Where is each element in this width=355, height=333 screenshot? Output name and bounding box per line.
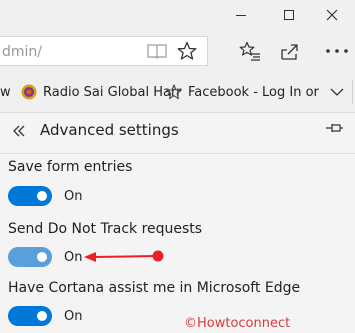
share-button[interactable] <box>275 36 305 66</box>
pin-button[interactable] <box>324 121 348 141</box>
maximize-icon <box>284 10 294 20</box>
chevron-down-icon <box>330 88 344 96</box>
setting-label-do-not-track: Send Do Not Track requests <box>8 221 203 237</box>
favorites-bar: w Radio Sai Global Harr Facebook - Log I… <box>0 72 355 112</box>
more-icon <box>326 49 348 53</box>
toggle-save-form-entries[interactable] <box>8 186 52 206</box>
book-icon <box>147 44 167 59</box>
favorite-item-radio-sai[interactable]: Radio Sai Global Harr <box>21 72 181 112</box>
close-button[interactable] <box>309 0 355 30</box>
toggle-knob <box>37 191 47 201</box>
toggle-cortana[interactable] <box>8 306 52 326</box>
star-outline-icon <box>177 41 197 60</box>
more-button[interactable] <box>322 36 352 66</box>
setting-label-cortana: Have Cortana assist me in Microsoft Edge <box>8 280 301 296</box>
panel-title: Advanced settings <box>40 121 179 139</box>
minimize-icon <box>236 14 246 16</box>
favorite-item[interactable]: w <box>0 72 11 112</box>
divider <box>0 153 355 154</box>
title-bar <box>0 0 355 30</box>
favorite-label: w <box>0 84 11 100</box>
favorite-label: Radio Sai Global Harr <box>43 84 182 100</box>
address-url[interactable]: dmin/ <box>2 44 42 60</box>
favorite-button[interactable] <box>172 36 202 66</box>
toggle-state-cortana: On <box>64 309 83 324</box>
reading-view-button[interactable] <box>142 36 172 66</box>
double-chevron-left-icon <box>13 125 25 137</box>
setting-label-save-form-entries: Save form entries <box>8 159 133 175</box>
back-button[interactable] <box>8 119 30 143</box>
minimize-button[interactable] <box>218 0 264 30</box>
toggle-knob <box>37 311 47 321</box>
address-toolbar: dmin/ <box>0 30 355 72</box>
favorite-label: Facebook - Log In or <box>188 84 319 100</box>
maximize-button[interactable] <box>266 0 312 30</box>
close-icon <box>326 9 338 21</box>
sai-logo-icon <box>21 84 37 100</box>
toggle-knob <box>37 252 47 262</box>
star-outline-icon <box>166 84 182 100</box>
toggle-state-save-form-entries: On <box>64 189 83 204</box>
favorites-overflow-button[interactable] <box>322 77 352 107</box>
advanced-settings-panel: Advanced settings Save form entries On S… <box>0 112 355 333</box>
watermark: ©Howtoconnect <box>184 316 291 331</box>
panel-header: Advanced settings <box>0 113 355 149</box>
pin-icon <box>326 124 343 132</box>
favorites-hub-icon <box>239 41 260 61</box>
toggle-do-not-track[interactable] <box>8 247 52 267</box>
toggle-state-do-not-track: On <box>64 250 83 265</box>
hub-button[interactable] <box>235 36 265 66</box>
favorite-item-facebook[interactable]: Facebook - Log In or <box>166 72 319 112</box>
divider <box>352 80 353 104</box>
share-icon <box>281 44 298 60</box>
